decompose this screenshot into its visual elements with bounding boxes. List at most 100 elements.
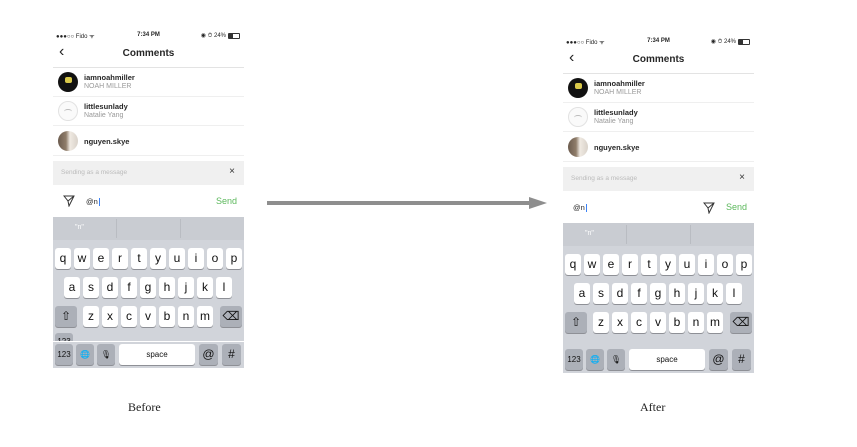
key-g[interactable]: g <box>650 283 666 304</box>
key-s[interactable]: s <box>593 283 609 304</box>
status-right: ◉ ⏱ 24% <box>710 39 736 45</box>
key-q[interactable]: q <box>55 248 71 269</box>
comment-row[interactable]: iamnoahmiller NOAH MILLER <box>53 68 244 97</box>
key-m[interactable]: m <box>197 306 213 327</box>
send-button[interactable]: Send <box>726 202 747 212</box>
key-k[interactable]: k <box>197 277 213 298</box>
key-n[interactable]: n <box>178 306 194 327</box>
key-r[interactable]: r <box>622 254 638 275</box>
globe-icon[interactable]: 🌐 <box>76 344 94 365</box>
status-bar: ●●●○○ Fido ᯤ 7:34 PM ◉ ⏱ 24% <box>53 29 244 41</box>
close-icon[interactable]: × <box>229 166 235 177</box>
comment-row[interactable]: nguyen.skye <box>53 127 244 156</box>
shift-key[interactable]: ⇧ <box>55 306 77 327</box>
avatar <box>58 131 78 151</box>
key-a[interactable]: a <box>64 277 80 298</box>
hash-key[interactable]: # <box>222 344 241 365</box>
comment-row[interactable]: littlesunlady Natalie Yang <box>563 103 754 132</box>
direct-send-icon[interactable] <box>703 202 715 214</box>
avatar <box>58 101 78 121</box>
sending-message-label: Sending as a message <box>61 169 128 176</box>
key-x[interactable]: x <box>612 312 628 333</box>
key-k[interactable]: k <box>707 283 723 304</box>
key-u[interactable]: u <box>169 248 185 269</box>
hash-key[interactable]: # <box>732 349 751 370</box>
phone-after: ●●●○○ Fido ᯤ 7:34 PM ◉ ⏱ 24% ‹ Comments … <box>563 35 754 347</box>
key-i[interactable]: i <box>188 248 204 269</box>
avatar <box>568 107 588 127</box>
key-i[interactable]: i <box>698 254 714 275</box>
key-c[interactable]: c <box>631 312 647 333</box>
globe-icon[interactable]: 🌐 <box>586 349 604 370</box>
key-a[interactable]: a <box>574 283 590 304</box>
key-o[interactable]: o <box>207 248 223 269</box>
space-key[interactable]: space <box>119 344 195 365</box>
key-t[interactable]: t <box>131 248 147 269</box>
at-key[interactable]: @ <box>199 344 218 365</box>
backspace-key[interactable]: ⌫ <box>730 312 752 333</box>
key-p[interactable]: p <box>736 254 752 275</box>
key-f[interactable]: f <box>631 283 647 304</box>
key-z[interactable]: z <box>83 306 99 327</box>
key-x[interactable]: x <box>102 306 118 327</box>
key-w[interactable]: w <box>74 248 90 269</box>
suggestion-bar: "n" <box>563 223 754 246</box>
send-button[interactable]: Send <box>216 196 237 206</box>
key-h[interactable]: h <box>669 283 685 304</box>
key-e[interactable]: e <box>93 248 109 269</box>
key-m[interactable]: m <box>707 312 723 333</box>
suggestion-item[interactable]: "n" <box>75 224 84 231</box>
key-q[interactable]: q <box>565 254 581 275</box>
shift-key[interactable]: ⇧ <box>565 312 587 333</box>
comment-input[interactable]: @n <box>86 197 100 207</box>
key-b[interactable]: b <box>159 306 175 327</box>
comment-input[interactable]: @n <box>573 203 587 213</box>
key-w[interactable]: w <box>584 254 600 275</box>
avatar <box>58 72 78 92</box>
key-j[interactable]: j <box>688 283 704 304</box>
backspace-key[interactable]: ⌫ <box>220 306 242 327</box>
key-h[interactable]: h <box>159 277 175 298</box>
key-y[interactable]: y <box>660 254 676 275</box>
key-n[interactable]: n <box>688 312 704 333</box>
space-key[interactable]: space <box>629 349 705 370</box>
comment-row[interactable]: nguyen.skye <box>563 133 754 162</box>
key-f[interactable]: f <box>121 277 137 298</box>
comment-username: littlesunlady <box>594 108 638 117</box>
key-l[interactable]: l <box>726 283 742 304</box>
direct-send-icon[interactable] <box>63 195 75 207</box>
key-p[interactable]: p <box>226 248 242 269</box>
key-d[interactable]: d <box>612 283 628 304</box>
key-y[interactable]: y <box>150 248 166 269</box>
status-bar: ●●●○○ Fido ᯤ 7:34 PM ◉ ⏱ 24% <box>563 35 754 47</box>
microphone-icon[interactable]: 🎙 <box>607 349 625 370</box>
microphone-icon[interactable]: 🎙 <box>97 344 115 365</box>
key-d[interactable]: d <box>102 277 118 298</box>
key-b[interactable]: b <box>669 312 685 333</box>
key-g[interactable]: g <box>140 277 156 298</box>
key-z[interactable]: z <box>593 312 609 333</box>
caption-before: Before <box>128 400 161 414</box>
status-right: ◉ ⏱ 24% <box>200 33 226 39</box>
key-v[interactable]: v <box>140 306 156 327</box>
key-o[interactable]: o <box>717 254 733 275</box>
key-c[interactable]: c <box>121 306 137 327</box>
comment-row[interactable]: littlesunlady Natalie Yang <box>53 97 244 126</box>
key-l[interactable]: l <box>216 277 232 298</box>
key-r[interactable]: r <box>112 248 128 269</box>
phone-before: ●●●○○ Fido ᯤ 7:34 PM ◉ ⏱ 24% ‹ Comments … <box>53 29 244 341</box>
at-key[interactable]: @ <box>709 349 728 370</box>
key-v[interactable]: v <box>650 312 666 333</box>
comment-row[interactable]: iamnoahmiller NOAH MILLER <box>563 74 754 103</box>
key-t[interactable]: t <box>641 254 657 275</box>
sending-as-message-bar: Sending as a message × <box>563 167 754 191</box>
close-icon[interactable]: × <box>739 172 745 183</box>
key-j[interactable]: j <box>178 277 194 298</box>
numbers-key[interactable]: 123 <box>55 344 73 365</box>
suggestion-item[interactable]: "n" <box>585 230 594 237</box>
key-e[interactable]: e <box>603 254 619 275</box>
numbers-key[interactable]: 123 <box>55 333 73 341</box>
numbers-key[interactable]: 123 <box>565 349 583 370</box>
key-u[interactable]: u <box>679 254 695 275</box>
key-s[interactable]: s <box>83 277 99 298</box>
